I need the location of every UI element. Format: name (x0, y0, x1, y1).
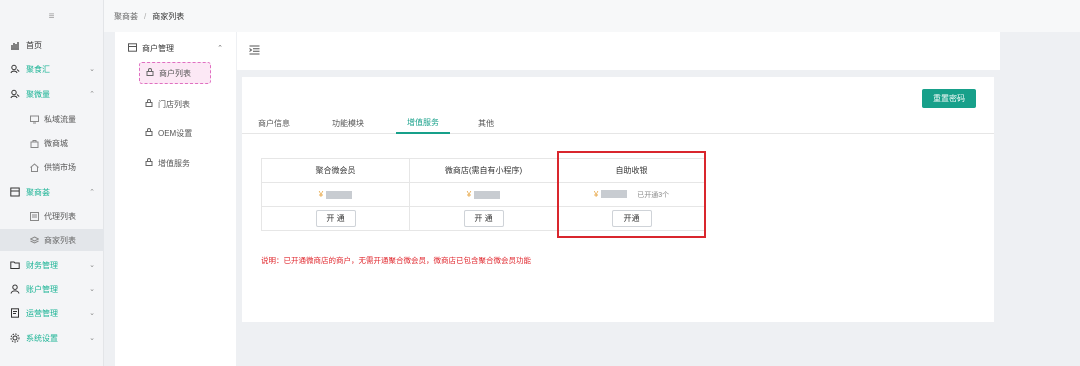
reset-password-button[interactable]: 重置密码 (922, 89, 976, 108)
sidebar-item-finance[interactable]: 财务管理 ⌄ (0, 254, 104, 276)
tab-merchant-info[interactable]: 商户信息 (258, 112, 290, 134)
service-action: 开 通 (409, 206, 558, 231)
service-name: 聚合微会员 (261, 158, 410, 183)
tab-function-modules[interactable]: 功能模块 (332, 112, 364, 134)
activate-button[interactable]: 开 通 (315, 210, 356, 227)
sidebar-item-private-traffic[interactable]: 私域流量 (0, 108, 104, 130)
shop-icon (30, 139, 39, 148)
user-search-icon (10, 64, 20, 74)
sidebar-item-label: 私域流量 (44, 114, 76, 124)
redacted-price (474, 190, 501, 199)
subnav-item-label: 商户列表 (159, 68, 191, 78)
sidebar-item-label: 运营管理 (26, 308, 58, 318)
currency-symbol: ¥ (318, 190, 324, 199)
subnav-item-value-added[interactable]: 增值服务 (139, 152, 211, 174)
menu-fold-icon[interactable]: ≡ (0, 0, 103, 32)
gear-icon (10, 333, 20, 343)
breadcrumb-separator: / (144, 11, 147, 21)
sidebar-item-home[interactable]: 首页 (0, 34, 104, 56)
sidebar-item-jushihui[interactable]: 聚食汇 ⌄ (0, 58, 104, 80)
service-name: 微商店(需自有小程序) (409, 158, 558, 183)
storefront-icon (10, 187, 20, 197)
chevron-up-icon: ⌃ (89, 189, 95, 196)
chevron-down-icon: ⌄ (89, 286, 95, 293)
sidebar-item-jushanghui[interactable]: 聚商荟 ⌃ (0, 181, 104, 203)
chevron-up-icon: ⌃ (89, 91, 95, 98)
tab-bar: 商户信息 功能模块 增值服务 其他 (242, 112, 994, 134)
service-price: ¥ (409, 182, 558, 207)
sidebar-item-label: 微商城 (44, 138, 68, 148)
sidebar-item-label: 聚食汇 (26, 64, 50, 74)
storefront-icon (128, 42, 137, 54)
highlight-box (557, 151, 706, 238)
subnav-group-merchant-management[interactable]: 商户管理 ⌃ (115, 38, 236, 58)
subnav-group-label: 商户管理 (142, 43, 174, 53)
monitor-icon (30, 115, 39, 124)
sidebar-item-label: 商家列表 (44, 235, 76, 245)
chart-icon (10, 40, 20, 50)
service-note: 说明：已开通微商店的商户，无需开通聚合微会员，微商店已包含聚合微会员功能 (261, 256, 531, 265)
sidebar-item-label: 供销市场 (44, 162, 76, 172)
sidebar-item-supply-market[interactable]: 供销市场 (0, 156, 104, 178)
chevron-down-icon: ⌄ (89, 335, 95, 342)
chevron-down-icon: ⌄ (89, 262, 95, 269)
sidebar: ≡ 首页 聚食汇 ⌄ 聚微量 ⌃ 私域流量 微商城 供销市场 聚商荟 ⌃ 代理列… (0, 0, 104, 366)
list-icon (30, 211, 39, 221)
sidebar-item-accounts[interactable]: 账户管理 ⌄ (0, 278, 104, 300)
tab-value-added-services[interactable]: 增值服务 (396, 112, 450, 134)
secondary-nav: 商户管理 ⌃ 商户列表 门店列表 OEM设置 增值服务 (115, 32, 236, 366)
chevron-up-icon: ⌃ (217, 45, 223, 52)
lock-icon (146, 68, 154, 78)
service-price: ¥ (261, 182, 410, 207)
sidebar-item-label: 首页 (26, 40, 42, 50)
sidebar-item-label: 财务管理 (26, 260, 58, 270)
subnav-item-merchant-list[interactable]: 商户列表 (139, 62, 211, 84)
sidebar-item-merchant-list[interactable]: 商家列表 (0, 229, 104, 251)
sidebar-item-juweiliang[interactable]: 聚微量 ⌃ (0, 83, 104, 105)
user-search-icon (10, 89, 20, 99)
breadcrumb-root[interactable]: 聚商荟 (114, 11, 138, 22)
sidebar-item-settings[interactable]: 系统设置 ⌄ (0, 327, 104, 349)
sidebar-item-label: 账户管理 (26, 284, 58, 294)
house-icon (30, 162, 39, 172)
content-card: 重置密码 商户信息 功能模块 增值服务 其他 聚合微会员 微商店(需自有小程序)… (242, 77, 994, 322)
lock-icon (145, 158, 153, 168)
document-icon (10, 308, 20, 318)
chevron-down-icon: ⌄ (89, 66, 95, 73)
activate-button[interactable]: 开 通 (463, 210, 504, 227)
sidebar-item-label: 系统设置 (26, 333, 58, 343)
breadcrumb: 聚商荟 / 商家列表 (104, 0, 1080, 32)
lock-icon (145, 128, 153, 138)
subnav-item-oem-settings[interactable]: OEM设置 (139, 122, 211, 144)
currency-symbol: ¥ (466, 190, 472, 199)
sidebar-item-label: 代理列表 (44, 211, 76, 221)
subnav-item-store-list[interactable]: 门店列表 (139, 93, 211, 115)
chevron-down-icon: ⌄ (89, 310, 95, 317)
sidebar-item-label: 聚微量 (26, 89, 50, 99)
tab-other[interactable]: 其他 (478, 112, 494, 134)
sidebar-item-operations[interactable]: 运营管理 ⌄ (0, 302, 104, 324)
subnav-item-label: 门店列表 (158, 99, 190, 109)
subnav-item-label: OEM设置 (158, 128, 193, 138)
sidebar-item-label: 聚商荟 (26, 187, 50, 197)
lock-icon (145, 99, 153, 109)
subnav-item-label: 增值服务 (158, 158, 190, 168)
layers-icon (30, 235, 39, 245)
redacted-price (326, 190, 353, 199)
main-header (237, 32, 1000, 70)
service-action: 开 通 (261, 206, 410, 231)
folder-icon (10, 260, 20, 270)
person-icon (10, 284, 20, 294)
sidebar-item-agent-list[interactable]: 代理列表 (0, 205, 104, 227)
breadcrumb-current: 商家列表 (152, 11, 185, 21)
menu-indent-icon[interactable] (249, 45, 260, 58)
sidebar-item-micro-mall[interactable]: 微商城 (0, 132, 104, 154)
